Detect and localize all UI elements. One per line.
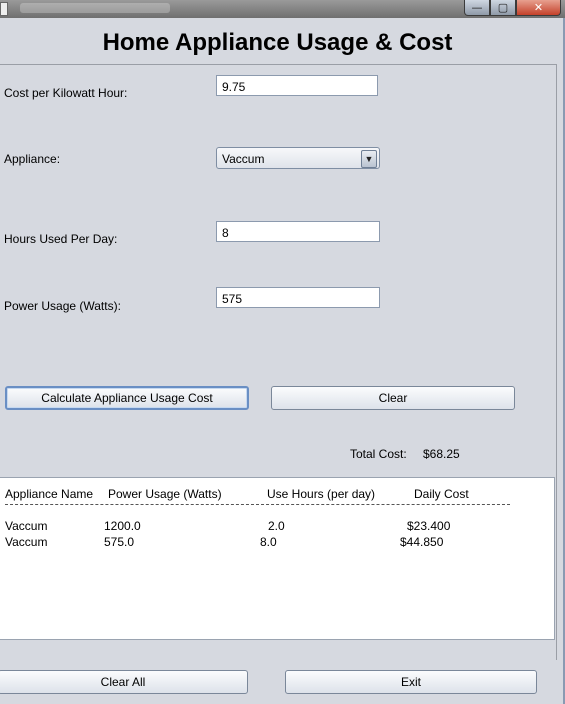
- appliance-select-value: Vaccum: [222, 152, 265, 166]
- power-usage-input[interactable]: [216, 287, 380, 308]
- minimize-icon[interactable]: —: [464, 0, 490, 16]
- row-1-hours: 2.0: [268, 519, 285, 533]
- maximize-icon[interactable]: ▢: [490, 0, 516, 16]
- window-titlebar[interactable]: — ▢ ✕: [0, 0, 565, 18]
- window-title-blurred: [20, 3, 170, 13]
- appliance-label: Appliance:: [4, 152, 61, 166]
- header-separator: [5, 504, 510, 506]
- row-2-hours: 8.0: [260, 535, 277, 549]
- results-textarea[interactable]: Appliance Name Power Usage (Watts) Use H…: [0, 477, 555, 640]
- close-icon[interactable]: ✕: [516, 0, 561, 16]
- row-2-appliance: Vaccum: [5, 535, 48, 549]
- window-controls: — ▢ ✕: [464, 0, 561, 16]
- total-cost-value: $68.25: [423, 447, 460, 461]
- row-1-cost: $23.400: [407, 519, 451, 533]
- row-2-cost: $44.850: [400, 535, 444, 549]
- cost-per-kwh-input[interactable]: [216, 75, 378, 96]
- panel-divider-right: [556, 64, 557, 660]
- header-daily-cost: Daily Cost: [414, 487, 469, 501]
- hours-label: Hours Used Per Day:: [4, 232, 118, 246]
- row-2-power: 575.0: [104, 535, 135, 549]
- total-cost-label: Total Cost:: [350, 447, 407, 461]
- clear-button[interactable]: Clear: [271, 386, 515, 410]
- calculate-button[interactable]: Calculate Appliance Usage Cost: [5, 386, 249, 410]
- chevron-down-icon[interactable]: ▼: [361, 150, 377, 168]
- clear-all-button[interactable]: Clear All: [0, 670, 248, 694]
- exit-button[interactable]: Exit: [285, 670, 537, 694]
- appliance-select[interactable]: Vaccum ▼: [216, 147, 380, 169]
- header-power-usage: Power Usage (Watts): [108, 487, 222, 501]
- power-label: Power Usage (Watts):: [4, 299, 121, 313]
- page-title: Home Appliance Usage & Cost: [102, 29, 453, 56]
- app-icon: [0, 2, 8, 16]
- cost-label: Cost per Kilowatt Hour:: [4, 86, 128, 100]
- header-appliance-name: Appliance Name: [5, 487, 94, 501]
- panel-divider: [0, 64, 557, 65]
- header-use-hours: Use Hours (per day): [267, 487, 376, 501]
- row-1-power: 1200.0: [104, 519, 141, 533]
- hours-per-day-input[interactable]: [216, 221, 380, 242]
- row-1-appliance: Vaccum: [5, 519, 48, 533]
